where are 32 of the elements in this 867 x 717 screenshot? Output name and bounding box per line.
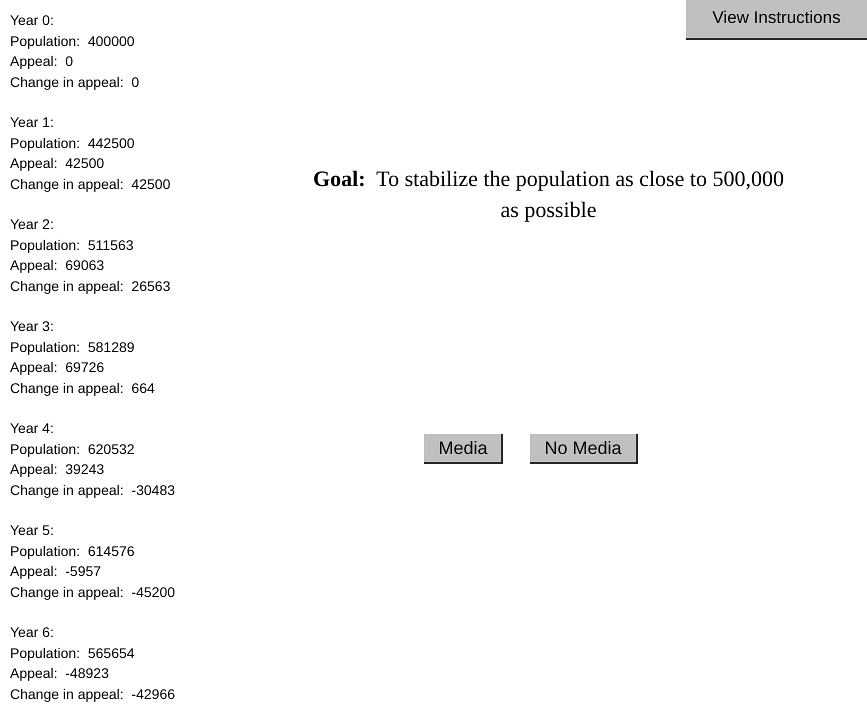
stat-line: Change in appeal: 664 [10, 378, 155, 398]
stat-line: Appeal: 42500 [10, 154, 104, 173]
stat-line: Change in appeal: -45200 [10, 582, 176, 602]
no-media-button[interactable]: No Media [530, 434, 638, 464]
stat-line: Change in appeal: 42500 [10, 174, 170, 194]
stat-line: Appeal: -48923 [10, 664, 109, 683]
stat-line: Change in appeal: -30483 [10, 480, 176, 500]
view-instructions-button[interactable]: View Instructions [686, 0, 867, 40]
year-heading: Year 3: [10, 317, 54, 336]
stat-line: Population: 620532 [10, 440, 135, 459]
stat-line: Change in appeal: 26563 [10, 276, 170, 296]
stat-line: Population: 565654 [10, 644, 135, 663]
stat-line: Appeal: -5957 [10, 562, 102, 581]
goal-text: Goal: To stabilize the population as close to 500,000 as possible [312, 165, 785, 224]
stat-line: Population: 511563 [10, 236, 134, 255]
stat-line: Change in appeal: -42966 [10, 684, 176, 704]
stat-line: Appeal: 69063 [10, 256, 104, 275]
stat-line: Change in appeal: 0 [10, 72, 140, 92]
stat-line: Appeal: 39243 [10, 460, 104, 479]
stat-line: Population: 400000 [10, 32, 135, 51]
year-heading: Year 4: [10, 419, 54, 438]
stat-line: Population: 581289 [10, 338, 135, 357]
stat-line: Appeal: 0 [10, 52, 74, 71]
media-button[interactable]: Media [424, 434, 504, 464]
stat-line: Appeal: 69726 [10, 358, 104, 377]
year-heading: Year 1: [10, 113, 54, 132]
year-heading: Year 0: [10, 11, 54, 30]
stat-line: Population: 442500 [10, 134, 135, 153]
stat-line: Population: 614576 [10, 542, 135, 561]
year-heading: Year 2: [10, 215, 54, 234]
year-heading: Year 6: [10, 623, 54, 642]
year-heading: Year 5: [10, 521, 54, 540]
